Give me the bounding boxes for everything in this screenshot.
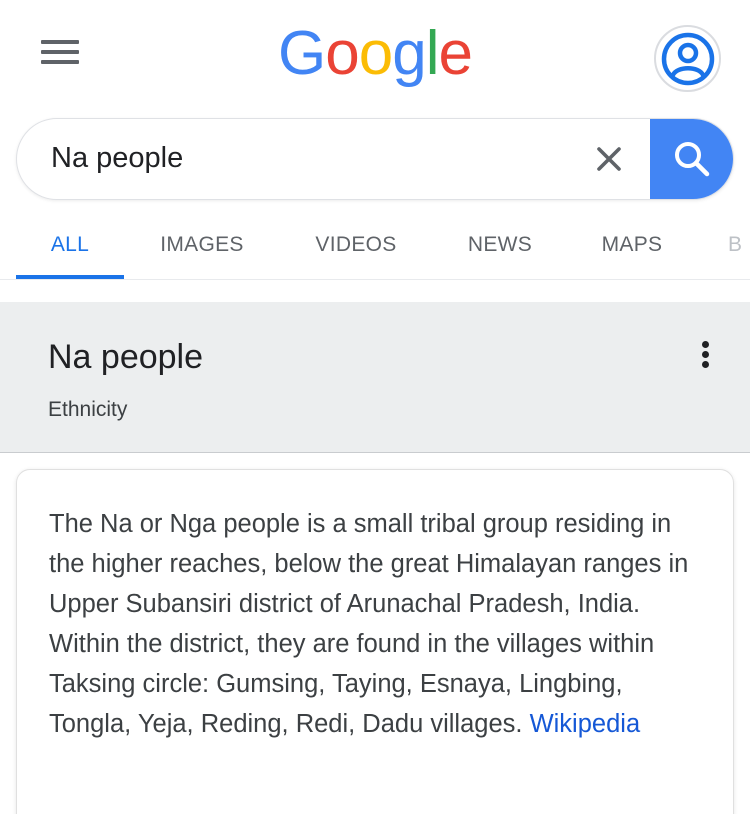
svg-text:Google: Google: [278, 19, 472, 88]
search-input[interactable]: [51, 119, 591, 198]
google-logo[interactable]: Google: [260, 16, 490, 96]
tab-maps[interactable]: MAPS: [588, 210, 676, 280]
hamburger-menu-icon[interactable]: [41, 40, 79, 66]
description-text-block: The Na or Nga people is a small tribal g…: [49, 504, 709, 744]
description-text: The Na or Nga people is a small tribal g…: [49, 510, 689, 738]
account-avatar-button[interactable]: [654, 25, 721, 92]
description-card: The Na or Nga people is a small tribal g…: [16, 469, 734, 814]
account-circle-icon: [661, 32, 714, 85]
tab-images[interactable]: IMAGES: [142, 210, 262, 280]
page: Google ALL IMAGES VIDEOS N: [0, 0, 750, 814]
search-icon: [675, 142, 710, 177]
close-icon: [597, 147, 621, 171]
knowledge-panel-subtitle: Ethnicity: [48, 398, 128, 421]
tab-videos[interactable]: VIDEOS: [299, 210, 413, 280]
tab-books-partial[interactable]: B: [728, 210, 750, 280]
knowledge-panel-header: Na people Ethnicity: [0, 302, 750, 453]
search-bar: [16, 118, 734, 200]
knowledge-panel-title: Na people: [48, 338, 204, 376]
wikipedia-link[interactable]: Wikipedia: [530, 710, 641, 738]
clear-search-button[interactable]: [593, 143, 625, 175]
search-button[interactable]: [650, 119, 733, 199]
tabs-divider: [0, 279, 750, 280]
header: Google: [0, 0, 750, 110]
more-vert-icon[interactable]: [694, 338, 718, 372]
tab-news[interactable]: NEWS: [454, 210, 546, 280]
search-tabs: ALL IMAGES VIDEOS NEWS MAPS B: [16, 210, 750, 280]
tab-all[interactable]: ALL: [16, 210, 124, 280]
